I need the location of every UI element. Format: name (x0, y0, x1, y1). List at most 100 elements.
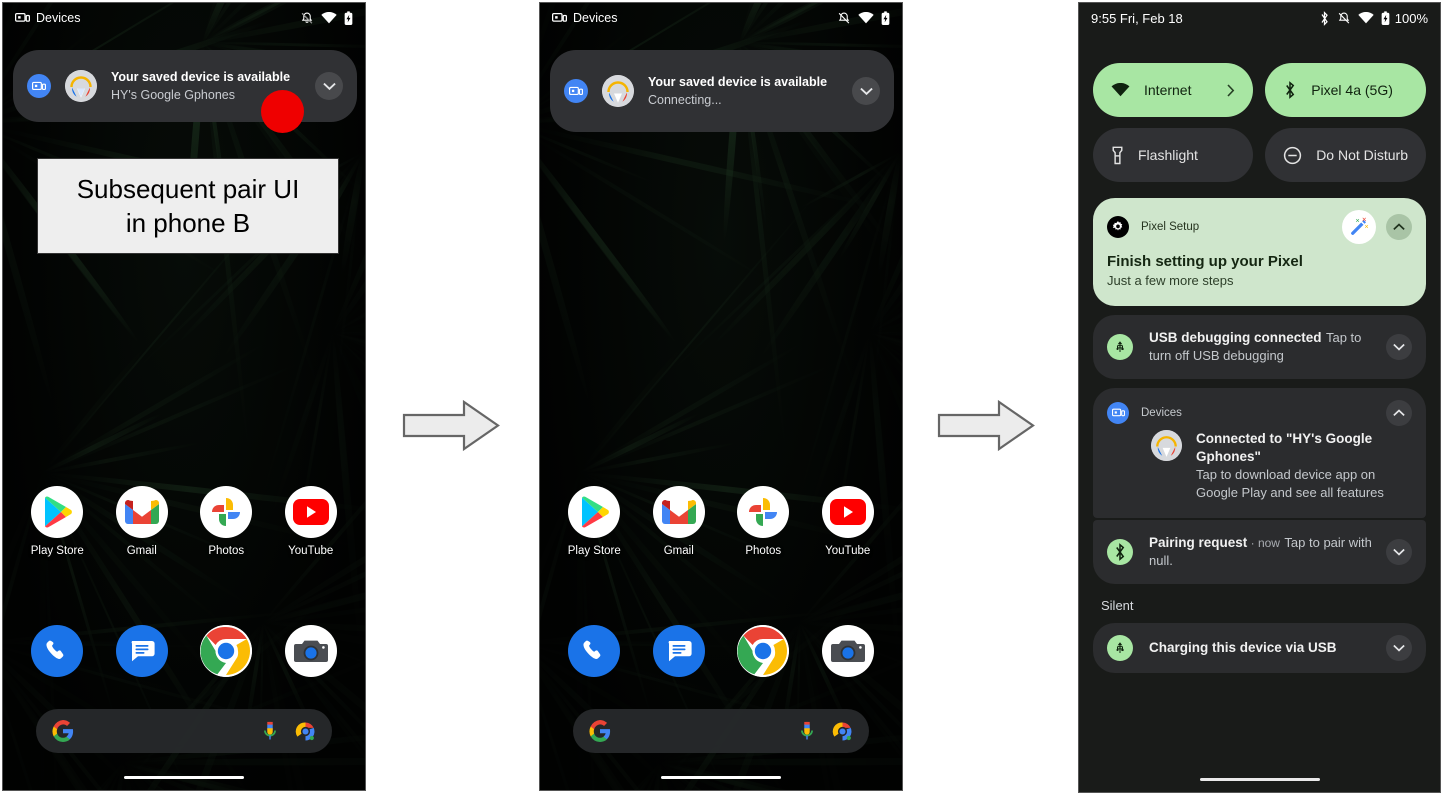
notification-text: USB debugging connected Tap to turn off … (1149, 329, 1386, 365)
chrome-icon (200, 625, 253, 677)
search-bar[interactable] (36, 709, 332, 753)
status-app-name: Devices (36, 11, 81, 25)
dock-phone[interactable] (25, 625, 89, 677)
phone-b-screen-shade: 9:55 Fri, Feb 18 100% Internet Pixel 4a … (1078, 2, 1441, 793)
youtube-icon (821, 486, 874, 538)
headphones-avatar-icon (602, 75, 634, 107)
dock-messages[interactable] (110, 625, 174, 677)
dock-chrome[interactable] (731, 625, 795, 677)
microphone-icon[interactable] (261, 721, 279, 741)
dock-camera[interactable] (816, 625, 880, 677)
notification-pixel-setup[interactable]: Pixel Setup ✕ ✕ ✕ Finish setting up your P… (1093, 198, 1426, 306)
dock-row (3, 625, 365, 677)
notification-row: Charging this device via USB (1093, 623, 1426, 673)
phone-a-screen-step2: Devices Your saved device is available C… (539, 2, 903, 791)
battery-percent-label: 100% (1394, 10, 1428, 26)
gesture-nav-bar[interactable] (1199, 777, 1320, 781)
app-grid-row: Play Store Gmail Photos YouTube (540, 486, 902, 557)
google-lens-icon[interactable] (295, 721, 316, 742)
status-bar: Devices (540, 3, 902, 33)
pairing-title-label: Pairing request (1149, 535, 1248, 550)
flashlight-icon (1111, 146, 1124, 165)
play-store-icon (568, 486, 621, 538)
notification-charging-usb[interactable]: Charging this device via USB (1093, 623, 1426, 673)
silent-section-label: Silent (1101, 598, 1134, 613)
qs-tile-do-not-disturb[interactable]: Do Not Disturb (1265, 128, 1426, 182)
app-gmail[interactable]: Gmail (110, 486, 174, 557)
dock-camera[interactable] (279, 625, 343, 677)
microphone-icon[interactable] (798, 721, 816, 741)
chrome-icon (737, 625, 790, 677)
app-photos[interactable]: Photos (731, 486, 795, 557)
notification-title: Finish setting up your Pixel (1107, 253, 1303, 270)
chevron-down-icon[interactable] (1386, 334, 1412, 360)
chevron-down-icon[interactable] (852, 77, 880, 105)
figure-root: Devices Your saved device is available H… (0, 0, 1442, 795)
card-body: Finish setting up your Pixel Just a few … (1093, 246, 1426, 306)
notification-pairing-request[interactable]: Pairing request · now Tap to pair with n… (1093, 520, 1426, 584)
notification-devices-connected[interactable]: Devices Connected to "HY's Google Gphone… (1093, 388, 1426, 518)
camera-icon (821, 625, 874, 677)
app-photos[interactable]: Photos (194, 486, 258, 557)
notification-title: Pairing request · now (1149, 535, 1280, 550)
gmail-icon (115, 486, 168, 538)
app-youtube[interactable]: YouTube (279, 486, 343, 557)
chevron-down-icon[interactable] (1386, 539, 1412, 565)
devices-icon (15, 12, 30, 24)
dock-phone[interactable] (562, 625, 626, 677)
app-youtube[interactable]: YouTube (816, 486, 880, 557)
bluetooth-icon (1319, 10, 1330, 26)
chevron-down-icon[interactable] (1386, 635, 1412, 661)
notification-title: USB debugging connected (1149, 330, 1322, 345)
devices-icon (27, 74, 51, 98)
heads-up-notification[interactable]: Your saved device is available HY's Goog… (13, 50, 357, 122)
heads-up-notification[interactable]: Your saved device is available Connectin… (550, 50, 894, 132)
app-grid-row: Play Store Gmail Photos YouTube (3, 486, 365, 557)
chevron-up-icon[interactable] (1386, 214, 1412, 240)
notifications-muted-icon (837, 11, 851, 26)
phone-a-screen-step1: Devices Your saved device is available H… (2, 2, 366, 791)
qs-tile-bluetooth-device[interactable]: Pixel 4a (5G) (1265, 63, 1426, 117)
chevron-down-icon[interactable] (315, 72, 343, 100)
qs-label: Do Not Disturb (1316, 147, 1408, 163)
pixel-setup-gear-icon (1107, 216, 1129, 238)
annotation-label-phone-b: Subsequent pair UI in phone B (37, 158, 339, 254)
notification-text: Pairing request · now Tap to pair with n… (1149, 534, 1386, 570)
google-photos-icon (200, 486, 253, 538)
card-app-name: Devices (1141, 407, 1182, 419)
notification-title: Your saved device is available (111, 70, 291, 84)
chevron-right-icon[interactable] (1227, 83, 1235, 97)
notifications-muted-icon (300, 11, 314, 26)
google-lens-icon[interactable] (832, 721, 853, 742)
card-app-name: Pixel Setup (1141, 221, 1200, 233)
app-gmail[interactable]: Gmail (647, 486, 711, 557)
card-body: Connected to "HY's Google Gphones" Tap t… (1093, 428, 1426, 518)
search-bar[interactable] (573, 709, 869, 753)
usb-icon (1107, 635, 1133, 661)
messages-icon (115, 625, 168, 677)
notification-title: Connected to "HY's Google Gphones" (1196, 431, 1373, 464)
notification-text: Connected to "HY's Google Gphones" Tap t… (1196, 430, 1412, 502)
notification-subtitle: Tap to download device app on Google Pla… (1196, 467, 1384, 500)
notification-subtitle: HY's Google Gphones (111, 88, 235, 102)
messages-icon (652, 625, 705, 677)
wifi-icon (858, 12, 874, 24)
dock-messages[interactable] (647, 625, 711, 677)
chevron-up-icon[interactable] (1386, 400, 1412, 426)
app-play-store[interactable]: Play Store (562, 486, 626, 557)
svg-text:✕: ✕ (1362, 217, 1367, 223)
qs-tile-internet[interactable]: Internet (1093, 63, 1254, 117)
notification-usb-debugging[interactable]: USB debugging connected Tap to turn off … (1093, 315, 1426, 379)
magic-wand-icon: ✕ ✕ ✕ (1342, 210, 1376, 244)
app-play-store[interactable]: Play Store (25, 486, 89, 557)
app-label: Photos (745, 545, 782, 557)
camera-icon (284, 625, 337, 677)
devices-icon (552, 12, 567, 24)
app-label: Play Store (567, 545, 621, 557)
qs-tile-flashlight[interactable]: Flashlight (1093, 128, 1254, 182)
gesture-nav-bar[interactable] (124, 775, 244, 779)
headphones-avatar-icon (65, 70, 97, 102)
dock-chrome[interactable] (194, 625, 258, 677)
gesture-nav-bar[interactable] (661, 775, 781, 779)
card-header: Pixel Setup ✕ ✕ ✕ (1093, 198, 1426, 246)
